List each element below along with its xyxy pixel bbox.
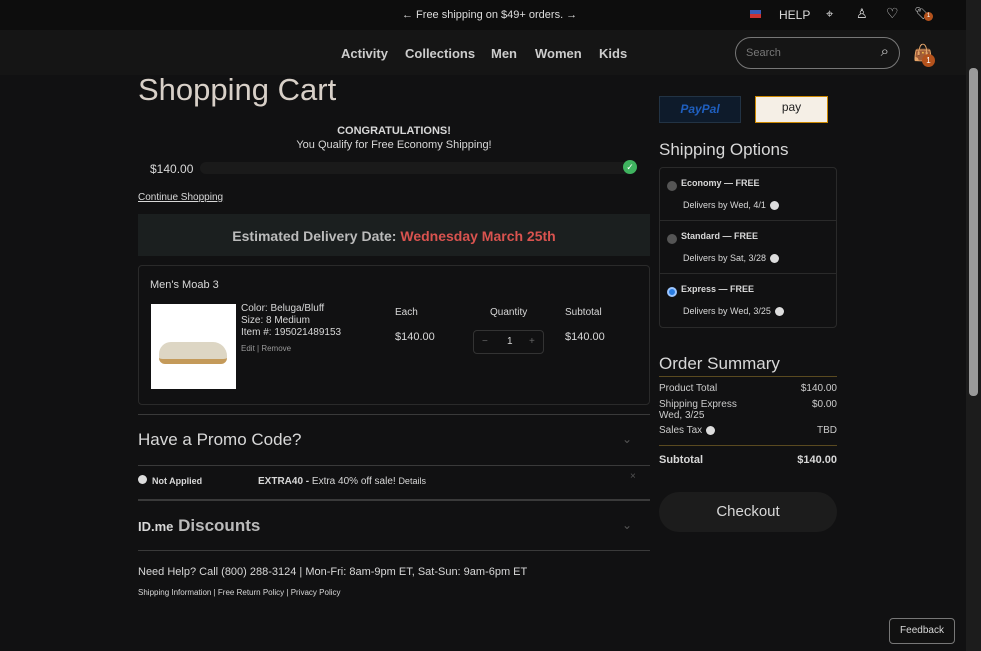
amazon-pay-button[interactable]: pay — [755, 96, 828, 123]
shipping-progress-bar — [200, 162, 635, 174]
shipping-info-link[interactable]: Shipping Information — [138, 588, 211, 597]
paypal-button[interactable]: PayPal — [659, 96, 741, 123]
rewards-badge: 1 — [924, 12, 933, 21]
close-icon[interactable]: × — [630, 471, 636, 482]
each-label: Each — [395, 307, 418, 318]
quantity-value[interactable]: 1 — [507, 336, 513, 347]
option-name: Standard — FREE — [681, 231, 759, 241]
continue-shopping-link[interactable]: Continue Shopping — [138, 192, 223, 203]
sales-tax: TBD — [817, 425, 837, 436]
item-name[interactable]: Men's Moab 3 — [150, 279, 219, 291]
info-icon[interactable] — [770, 254, 780, 264]
top-bar: ← Free shipping on $49+ orders. → HELP ⌖… — [0, 0, 966, 30]
privacy-policy-link[interactable]: Privacy Policy — [291, 588, 341, 597]
us-flag-icon[interactable] — [750, 10, 761, 18]
shipping-option-standard[interactable]: Standard — FREE Delivers by Sat, 3/28 — [660, 221, 837, 274]
bag-badge: 1 — [922, 54, 935, 67]
sales-tax-label: Sales Tax — [659, 425, 703, 436]
option-name: Economy — FREE — [681, 178, 760, 188]
remove-link[interactable]: Remove — [261, 344, 291, 353]
page-title: Shopping Cart — [138, 72, 337, 107]
qualify-text: You Qualify for Free Economy Shipping! — [296, 139, 492, 151]
congrats-heading: CONGRATULATIONS! — [337, 125, 451, 137]
option-date: Delivers by Wed, 4/1 — [683, 200, 779, 211]
scrollbar-thumb[interactable] — [969, 68, 978, 396]
nav-women[interactable]: Women — [535, 46, 582, 61]
promo-description: Extra 40% off sale! — [311, 476, 396, 487]
search-icon[interactable]: ⌕ — [881, 43, 889, 60]
info-icon[interactable] — [774, 307, 784, 317]
idme-discounts-toggle[interactable]: ID.me Discounts — [138, 516, 260, 536]
info-icon[interactable] — [706, 425, 716, 435]
check-icon: ✓ — [623, 160, 637, 174]
wishlist-icon[interactable]: ♡ — [886, 5, 899, 22]
shipping-label: Shipping Express — [659, 399, 737, 410]
quantity-label: Quantity — [490, 307, 528, 318]
free-shipping-promo[interactable]: ← Free shipping on $49+ orders. → — [402, 9, 577, 21]
idme-logo: ID.me — [138, 519, 174, 534]
item-size: Size: 8 Medium — [241, 315, 310, 326]
shipping-options: Economy — FREE Delivers by Wed, 4/1 Stan… — [659, 167, 837, 328]
nav-activity[interactable]: Activity — [341, 46, 388, 61]
radio-standard[interactable] — [667, 234, 677, 244]
shipping-cost: $0.00 — [811, 399, 837, 410]
promo-code-toggle[interactable]: Have a Promo Code? — [138, 430, 301, 450]
progress-amount: $140.00 — [150, 162, 194, 176]
nav-collections[interactable]: Collections — [405, 46, 475, 61]
discounts-label: Discounts — [178, 516, 261, 535]
shipping-date: Wed, 3/25 — [659, 410, 705, 421]
chevron-down-icon[interactable]: ⌄ — [622, 432, 632, 446]
shipping-option-economy[interactable]: Economy — FREE Delivers by Wed, 4/1 — [660, 168, 837, 221]
item-subtotal: $140.00 — [565, 331, 605, 343]
shipping-options-title: Shipping Options — [659, 140, 789, 159]
increase-button[interactable]: + — [529, 336, 535, 347]
decrease-button[interactable]: − — [482, 336, 488, 347]
option-date: Delivers by Sat, 3/28 — [683, 253, 780, 264]
promo-details-link[interactable]: Details — [398, 476, 426, 486]
edit-link[interactable]: Edit — [241, 344, 255, 353]
search-placeholder: Search — [746, 47, 781, 59]
nav-kids[interactable]: Kids — [599, 46, 627, 61]
option-name: Express — FREE — [681, 284, 755, 294]
shipping-option-express[interactable]: Express — FREE Delivers by Wed, 3/25 — [660, 274, 837, 327]
quantity-stepper[interactable]: − 1 + — [473, 330, 544, 354]
subtotal-label: Subtotal — [659, 454, 703, 466]
option-date: Delivers by Wed, 3/25 — [683, 306, 784, 317]
info-icon — [138, 475, 147, 484]
option-date-text: Delivers by Wed, 3/25 — [683, 306, 771, 316]
help-text: Need Help? Call (800) 288-3124 | Mon-Fri… — [138, 566, 528, 578]
location-icon[interactable]: ⌖ — [826, 6, 833, 22]
radio-express[interactable] — [667, 287, 677, 297]
delivery-date: Wednesday March 25th — [400, 228, 556, 244]
item-number: Item #: 195021489153 — [241, 327, 342, 338]
scrollbar[interactable] — [966, 0, 981, 651]
each-price: $140.00 — [395, 331, 435, 343]
order-summary-title: Order Summary — [659, 354, 780, 373]
product-total-label: Product Total — [659, 383, 718, 394]
product-total: $140.00 — [800, 383, 837, 394]
help-link[interactable]: HELP — [779, 8, 810, 22]
promo-status: Not Applied — [152, 476, 203, 486]
cart-item: Men's Moab 3 Color: Beluga/Bluff Size: 8… — [138, 265, 650, 405]
checkout-button[interactable]: Checkout — [659, 492, 837, 532]
account-icon[interactable]: ♙ — [856, 6, 868, 22]
delivery-label: Estimated Delivery Date: — [232, 228, 397, 244]
feedback-button[interactable]: Feedback — [889, 618, 955, 644]
search-input[interactable]: Search ⌕ — [735, 37, 900, 69]
promo-code: EXTRA40 - — [258, 476, 310, 487]
nav-men[interactable]: Men — [491, 46, 517, 61]
item-color: Color: Beluga/Bluff — [241, 303, 325, 314]
radio-economy[interactable] — [667, 181, 677, 191]
option-date-text: Delivers by Sat, 3/28 — [683, 253, 767, 263]
subtotal-label: Subtotal — [565, 307, 602, 318]
product-image[interactable] — [151, 304, 236, 389]
delivery-estimate: Estimated Delivery Date: Wednesday March… — [138, 214, 650, 256]
return-policy-link[interactable]: Free Return Policy — [218, 588, 284, 597]
order-subtotal: $140.00 — [797, 454, 837, 466]
info-icon[interactable] — [769, 201, 779, 211]
chevron-down-icon[interactable]: ⌄ — [622, 518, 632, 532]
option-date-text: Delivers by Wed, 4/1 — [683, 200, 766, 210]
